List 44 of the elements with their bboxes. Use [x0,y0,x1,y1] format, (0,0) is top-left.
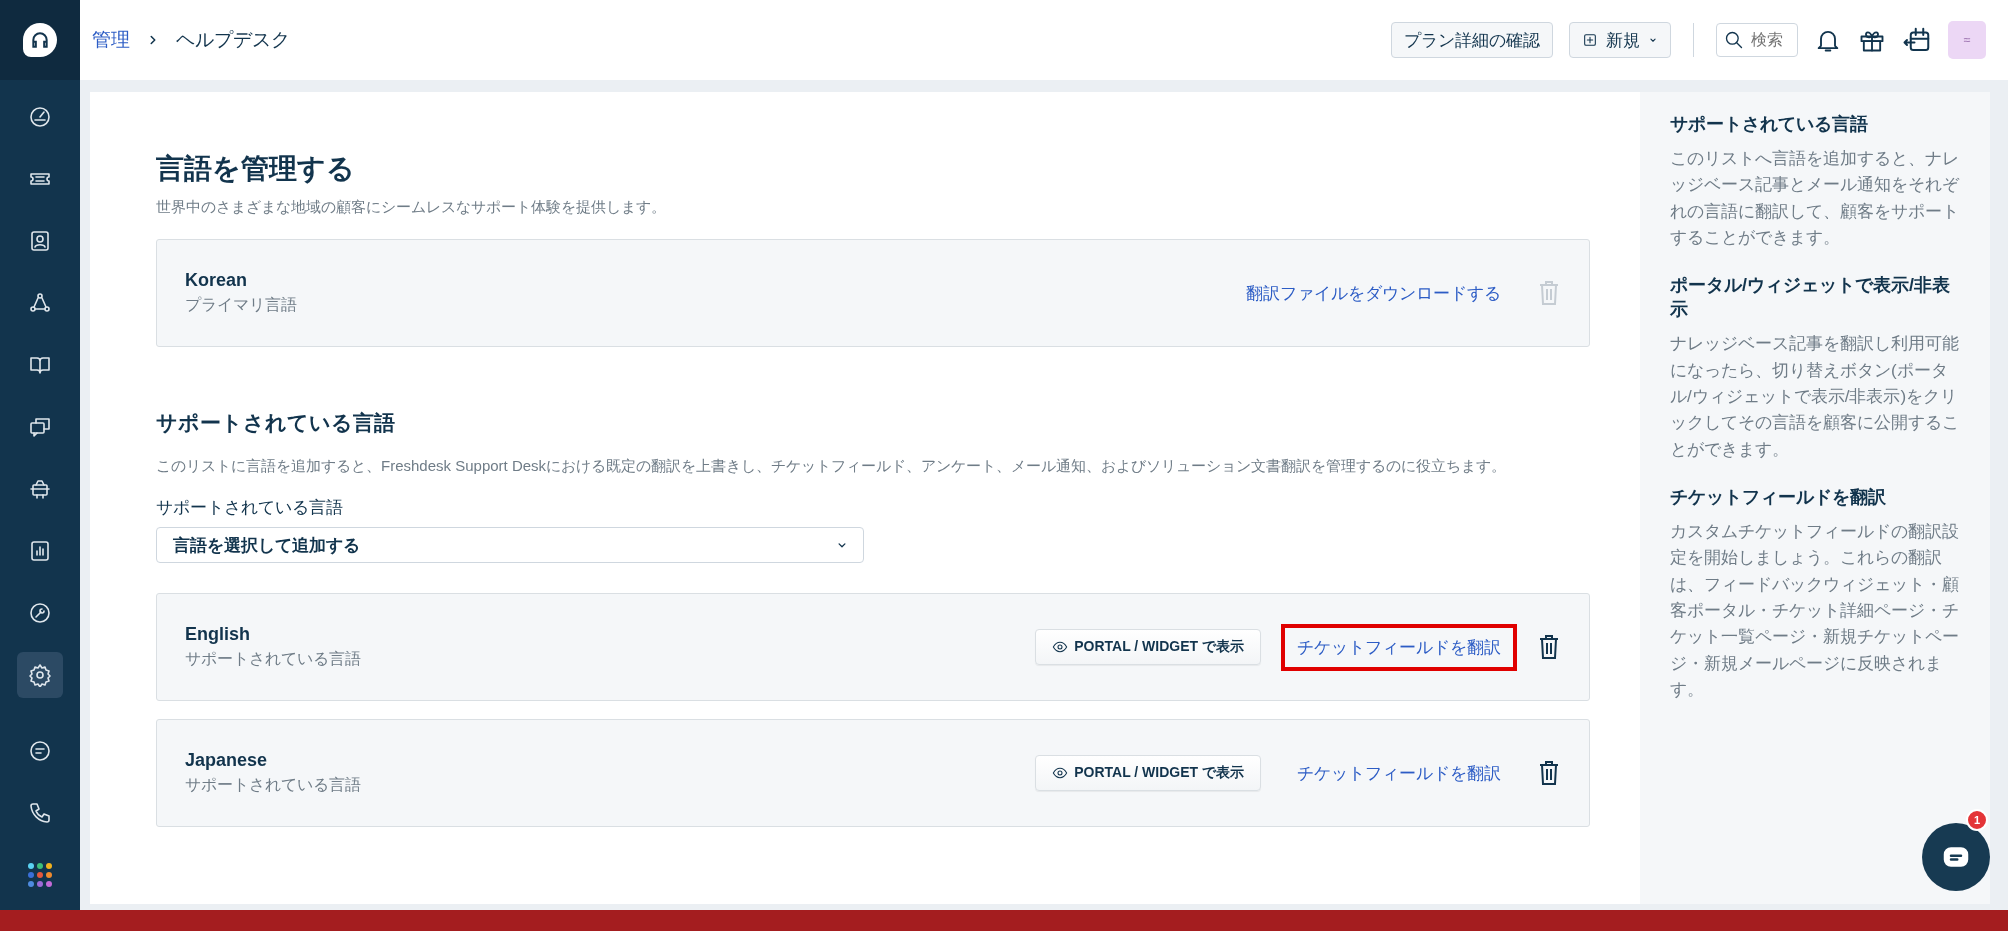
section-heading: サポートされている言語 [156,410,396,436]
phone-icon [28,801,52,825]
language-select[interactable]: 言語を選択して追加する [156,527,864,563]
language-caption: サポートされている言語 [185,649,361,669]
language-name: Korean [185,270,248,291]
eye-icon [1052,639,1069,655]
trash-icon[interactable] [1537,634,1561,660]
help-text: カスタムチケットフィールドの翻訳設定を開始しましょう。これらの翻訳は、フィードバックウィジェット・顧客ポータル・チケット詳細ページ・チケット一覧ページ・新規チケットページ・新規メールページに反映されます。 [1670,521,1960,702]
help-text: ナレッジベース記事を翻訳し利用可能になったら、切り替えボタン(ポータル/ウィジェットで表示/非表示)をクリックしてその言語を顧客に公開することができます。 [1670,333,1960,461]
help-text: このリストへ言語を追加すると、ナレッジベース記事とメール通知をそれぞれの言語に翻訳して、顧客をサポートすることができます。 [1670,148,1961,250]
search-field[interactable]: 検索 [1716,23,1798,57]
breadcrumb-current: ヘルプデスク [176,28,290,52]
select-label: サポートされている言語 [156,497,344,519]
translate-fields-link[interactable]: チケットフィールドを翻訳 [1281,623,1517,671]
page-title: 言語を管理する [156,152,356,186]
portal-widget-button[interactable]: PORTAL / WIDGET で表示 [1035,629,1261,665]
message-icon [28,739,52,763]
page-subtitle: 世界中のさまざまな地域の顧客にシームレスなサポート体験を提供します。 [156,198,667,217]
contact-card-icon [28,229,52,253]
trash-icon[interactable] [1537,760,1561,786]
portal-widget-button[interactable]: PORTAL / WIDGET で表示 [1035,755,1261,791]
plus-square-icon [1582,32,1598,48]
help-heading: ポータル/ウィジェットで表示/非表示 [1670,274,1951,322]
new-button[interactable]: 新規 [1569,22,1671,58]
translate-fields-link[interactable]: チケットフィールドを翻訳 [1281,749,1517,797]
robot-icon [28,477,52,501]
plan-details-button[interactable]: プラン詳細の確認 [1391,22,1553,58]
download-link[interactable]: 翻訳ファイルをダウンロードする [1230,269,1517,317]
chat-bubbles-icon [28,415,52,439]
breadcrumb-link[interactable]: 管理 [92,27,130,53]
network-icon [28,291,52,315]
help-heading: チケットフィールドを翻訳 [1670,486,1887,510]
wrench-bubble-icon [28,601,52,625]
language-caption: プライマリ言語 [185,295,297,315]
help-heading: サポートされている言語 [1670,113,1869,136]
language-caption: サポートされている言語 [185,775,361,795]
language-name: Japanese [185,750,269,771]
eye-icon [1052,765,1069,781]
section-description: このリストに言語を追加すると、Freshdesk Support Deskにおける既定の翻訳を上書きし、チケットフィールド、アンケート、メール通知、およびソリューション文書翻訳を管理するのに役立ちます。 [156,457,1508,476]
settings-icon [28,663,52,687]
headset-logo-icon[interactable] [23,23,57,57]
gauge-icon [28,105,52,129]
language-name: English [185,624,251,645]
bar-chart-icon [28,539,52,563]
